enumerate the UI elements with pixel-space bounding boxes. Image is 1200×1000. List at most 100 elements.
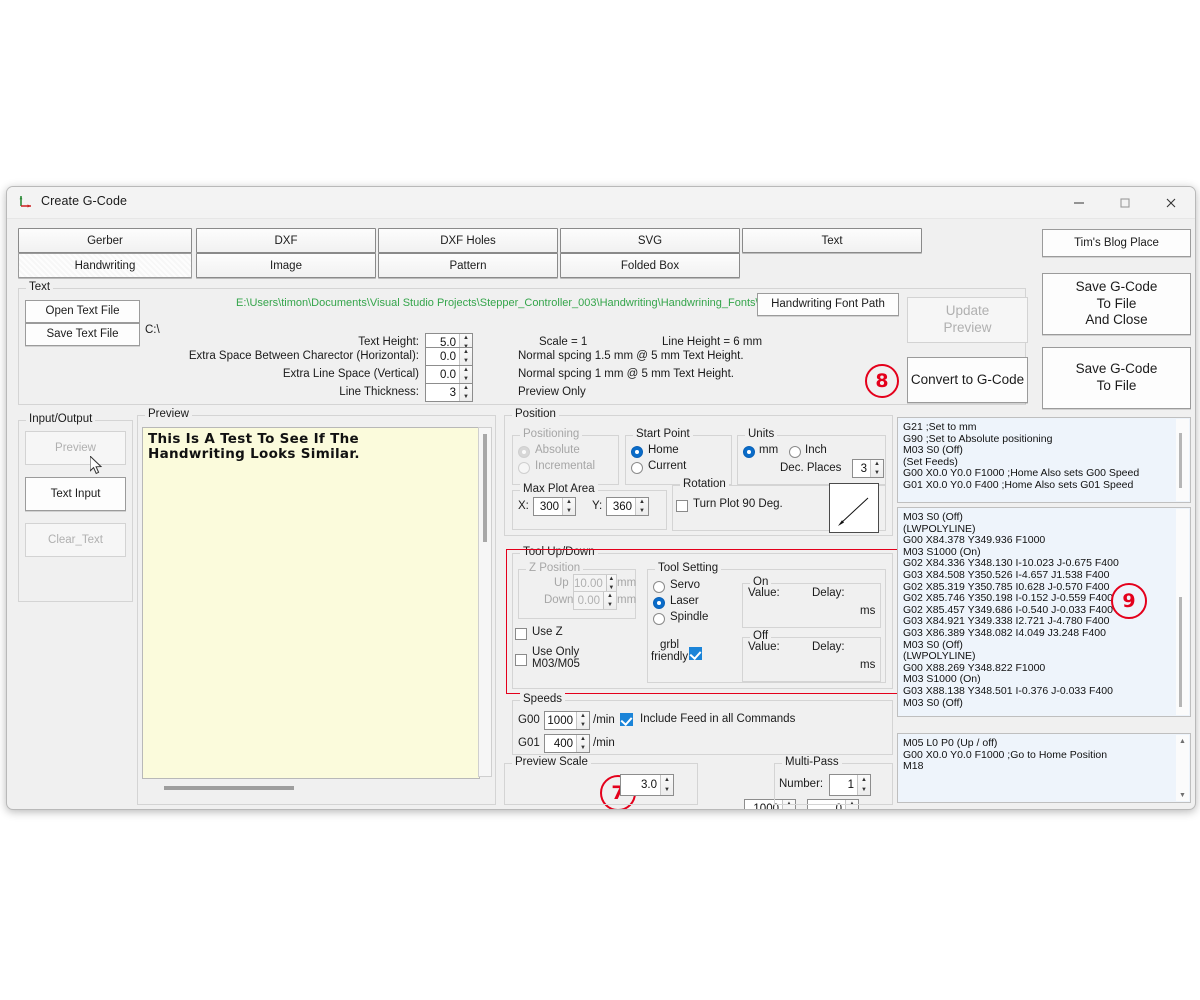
spinner-arrows[interactable]: ▲▼ bbox=[459, 366, 472, 383]
preview-canvas[interactable]: This Is A Test To See If The Handwriting… bbox=[142, 427, 480, 779]
input-value: 3 bbox=[449, 386, 456, 399]
scrollbar-thumb[interactable] bbox=[164, 786, 294, 790]
tab-label: DXF bbox=[274, 234, 298, 247]
preview-button[interactable]: Preview bbox=[25, 431, 126, 465]
tab-pattern[interactable]: Pattern bbox=[378, 253, 558, 278]
gcode-body-panel[interactable]: M03 S0 (Off) (LWPOLYLINE) G00 X84.378 Y3… bbox=[897, 507, 1191, 717]
save-gcode-to-file-and-close-button[interactable]: Save G-Code To File And Close bbox=[1042, 273, 1191, 335]
tab-text[interactable]: Text bbox=[742, 228, 922, 253]
radio-spindle[interactable] bbox=[653, 613, 665, 625]
gcode-body-scrollbar[interactable] bbox=[1176, 509, 1189, 715]
extra-line-space-input[interactable]: 0.0 ▲ ▼ bbox=[425, 365, 473, 384]
extra-line-space-label: Extra Line Space (Vertical) bbox=[282, 368, 419, 380]
spinner-arrows[interactable]: ▲▼ bbox=[603, 592, 616, 609]
spinner-arrows[interactable]: ▲▼ bbox=[857, 775, 870, 795]
update-preview-button[interactable]: Update Preview bbox=[907, 297, 1028, 343]
radio-laser[interactable] bbox=[653, 597, 665, 609]
save-gcode-to-file-button[interactable]: Save G-Code To File bbox=[1042, 347, 1191, 409]
text-input-button[interactable]: Text Input bbox=[25, 477, 126, 511]
scroll-up-arrow-icon[interactable]: ▲ bbox=[1176, 735, 1189, 747]
radio-home[interactable] bbox=[631, 446, 643, 458]
max-plot-y-input[interactable]: 360 ▲ ▼ bbox=[606, 497, 649, 516]
spinner-arrows[interactable]: ▲▼ bbox=[562, 498, 575, 515]
close-button[interactable] bbox=[1148, 187, 1194, 218]
marker-9: 9 bbox=[1111, 583, 1147, 619]
group-title: Tool Setting bbox=[655, 562, 722, 574]
button-label: Convert to G-Code bbox=[910, 371, 1025, 387]
gcode-footer-panel[interactable]: M05 L0 P0 (Up / off) G00 X0.0 Y0.0 F1000… bbox=[897, 733, 1191, 803]
radio-absolute[interactable] bbox=[518, 446, 530, 458]
z-down-unit: mm bbox=[617, 594, 637, 606]
scrollbar-thumb[interactable] bbox=[483, 434, 487, 542]
include-feed-checkbox[interactable] bbox=[620, 713, 633, 726]
gcode-footer-scrollbar[interactable]: ▲ ▼ bbox=[1176, 735, 1189, 801]
open-text-file-button[interactable]: Open Text File bbox=[25, 300, 140, 323]
gcode-header-scrollbar[interactable] bbox=[1176, 419, 1189, 501]
tab-label: DXF Holes bbox=[440, 234, 496, 247]
spinner-arrows[interactable]: ▲▼ bbox=[576, 735, 589, 752]
radio-incremental-label: Incremental bbox=[535, 460, 596, 472]
radio-inch[interactable] bbox=[789, 446, 801, 458]
button-label: Preview bbox=[55, 441, 96, 454]
group-title: Position bbox=[512, 408, 559, 420]
scrollbar-thumb[interactable] bbox=[1179, 433, 1182, 488]
scroll-down-arrow-icon[interactable]: ▼ bbox=[1176, 789, 1189, 801]
spinner-arrows[interactable]: ▲▼ bbox=[870, 460, 883, 477]
spinner-arrows[interactable]: ▲▼ bbox=[459, 384, 472, 401]
spinner-arrows[interactable]: ▲▼ bbox=[605, 575, 616, 592]
dec-places-input[interactable]: 3 ▲ ▼ bbox=[852, 459, 884, 478]
input-value: 1000 bbox=[547, 714, 573, 727]
app-icon bbox=[18, 194, 34, 210]
spinner-arrows[interactable]: ▲▼ bbox=[576, 712, 589, 729]
z-up-unit: mm bbox=[617, 577, 637, 589]
radio-home-label: Home bbox=[648, 444, 679, 456]
spinner-arrows[interactable]: ▲▼ bbox=[635, 498, 648, 515]
tab-dxf-holes[interactable]: DXF Holes bbox=[378, 228, 558, 253]
preview-horizontal-scrollbar[interactable] bbox=[142, 783, 492, 793]
tab-folded-box[interactable]: Folded Box bbox=[560, 253, 740, 278]
use-z-checkbox[interactable] bbox=[515, 628, 527, 640]
group-title: Start Point bbox=[633, 428, 693, 440]
turn-plot-90-checkbox[interactable] bbox=[676, 500, 688, 512]
tims-blog-place-button[interactable]: Tim's Blog Place bbox=[1042, 229, 1191, 257]
spinner-arrows[interactable]: ▲▼ bbox=[459, 348, 472, 365]
group-title: Tool Up/Down bbox=[520, 546, 598, 558]
use-only-m03-m05-checkbox[interactable] bbox=[515, 654, 527, 666]
z-down-input[interactable]: 0.00 ▲ ▼ bbox=[573, 591, 617, 610]
gcode-header-panel[interactable]: G21 ;Set to mm G90 ;Set to Absolute posi… bbox=[897, 417, 1191, 503]
handwriting-font-path-button[interactable]: Handwriting Font Path bbox=[757, 293, 899, 316]
radio-incremental[interactable] bbox=[518, 462, 530, 474]
input-value: 0.0 bbox=[440, 368, 456, 381]
clear-text-button[interactable]: Clear_Text bbox=[25, 523, 126, 557]
drive-label: C:\ bbox=[145, 324, 160, 336]
tab-gerber[interactable]: Gerber bbox=[18, 228, 192, 253]
tab-image[interactable]: Image bbox=[196, 253, 376, 278]
multipass-number-input[interactable]: 1 ▲ ▼ bbox=[829, 774, 871, 796]
preview-scale-input[interactable]: 3.0 ▲ ▼ bbox=[620, 774, 674, 796]
line-height-note: Line Height = 6 mm bbox=[662, 336, 763, 348]
preview-vertical-scrollbar[interactable] bbox=[478, 427, 492, 777]
gcode-header-text: G21 ;Set to mm G90 ;Set to Absolute posi… bbox=[903, 421, 1140, 491]
handwriting-line-1: This Is A Test To See If The bbox=[148, 431, 359, 447]
radio-current-label: Current bbox=[648, 460, 687, 472]
tab-dxf[interactable]: DXF bbox=[196, 228, 376, 253]
minimize-button[interactable] bbox=[1056, 187, 1102, 218]
line-thickness-input[interactable]: 3 ▲ ▼ bbox=[425, 383, 473, 402]
scrollbar-thumb[interactable] bbox=[1179, 597, 1182, 707]
tab-handwriting[interactable]: Handwriting bbox=[18, 253, 192, 278]
tab-svg[interactable]: SVG bbox=[560, 228, 740, 253]
g01-speed-input[interactable]: 400 ▲ ▼ bbox=[544, 734, 590, 753]
radio-current[interactable] bbox=[631, 462, 643, 474]
grbl-friendly-checkbox[interactable] bbox=[689, 647, 702, 660]
radio-mm[interactable] bbox=[743, 446, 755, 458]
g00-speed-input[interactable]: 1000 ▲ ▼ bbox=[544, 711, 590, 730]
button-label: Update Preview bbox=[943, 303, 992, 335]
extra-space-horizontal-input[interactable]: 0.0 ▲ ▼ bbox=[425, 347, 473, 366]
radio-servo[interactable] bbox=[653, 581, 665, 593]
maximize-button[interactable] bbox=[1102, 187, 1148, 218]
tab-label: Gerber bbox=[87, 234, 123, 247]
convert-to-gcode-button[interactable]: Convert to G-Code bbox=[907, 357, 1028, 403]
save-text-file-button[interactable]: Save Text File bbox=[25, 323, 140, 346]
max-plot-x-input[interactable]: 300 ▲ ▼ bbox=[533, 497, 576, 516]
spinner-arrows[interactable]: ▲▼ bbox=[660, 775, 673, 795]
